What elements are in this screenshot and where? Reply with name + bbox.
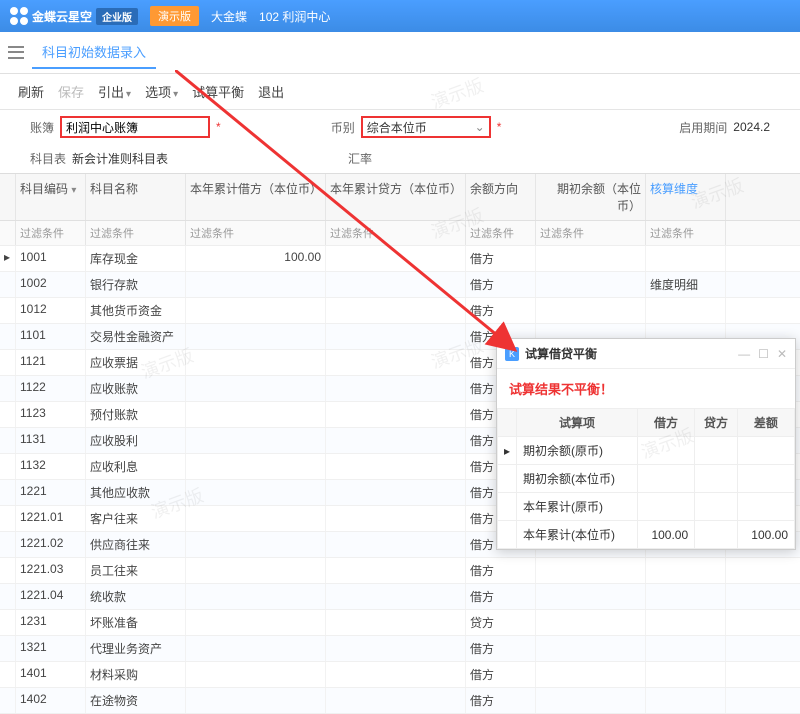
save-button[interactable]: 保存	[58, 82, 84, 101]
popup-row: 本年累计(本位币)100.00100.00	[498, 521, 795, 549]
currency-select[interactable]: 综合本位币	[361, 116, 491, 138]
popup-col-item: 试算项	[517, 409, 638, 437]
exit-button[interactable]: 退出	[258, 82, 284, 101]
col-credit[interactable]: 本年累计贷方（本位币）	[326, 174, 466, 220]
form-row-2: 科目表 新会计准则科目表 汇率	[0, 144, 800, 173]
table-row[interactable]: 1002银行存款借方维度明细	[0, 272, 800, 298]
close-icon[interactable]: ✕	[777, 347, 787, 361]
tab-row: 科目初始数据录入	[0, 32, 800, 74]
popup-icon: K	[505, 347, 519, 361]
currency-label: 币别	[331, 119, 355, 136]
filter-row[interactable]: 过滤条件 过滤条件 过滤条件 过滤条件 过滤条件 过滤条件 过滤条件	[0, 221, 800, 246]
table-row[interactable]: 1221.03员工往来借方	[0, 558, 800, 584]
book-label: 账簿	[30, 119, 54, 136]
org-name[interactable]: 大金蝶	[211, 8, 247, 25]
required-star: *	[497, 120, 502, 134]
refresh-button[interactable]: 刷新	[18, 82, 44, 101]
trial-balance-popup: K 试算借贷平衡 — ☐ ✕ 试算结果不平衡！ 试算项 借方 贷方 差额 ▸期初…	[496, 338, 796, 550]
grid-header: 科目编码 ▾ 科目名称 本年累计借方（本位币） 本年累计贷方（本位币） 余额方向…	[0, 174, 800, 221]
col-debit[interactable]: 本年累计借方（本位币）	[186, 174, 326, 220]
popup-col-credit: 贷方	[695, 409, 738, 437]
menu-icon[interactable]	[8, 45, 24, 61]
logo-icon	[10, 7, 28, 25]
minimize-icon[interactable]: —	[738, 347, 750, 361]
period-value: 2024.2	[733, 120, 770, 134]
book-input[interactable]	[60, 116, 210, 138]
export-button[interactable]: 引出	[98, 82, 131, 101]
table-row[interactable]: 1231坏账准备贷方	[0, 610, 800, 636]
toolbar: 刷新 保存 引出 选项 试算平衡 退出	[0, 74, 800, 110]
trial-balance-button[interactable]: 试算平衡	[192, 82, 244, 101]
popup-table: 试算项 借方 贷方 差额 ▸期初余额(原币)期初余额(本位币)本年累计(原币)本…	[497, 408, 795, 549]
schema-value: 新会计准则科目表	[72, 150, 168, 167]
brand-logo: 金蝶云星空 企业版	[10, 7, 138, 25]
demo-badge: 演示版	[150, 6, 199, 26]
col-dir[interactable]: 余额方向	[466, 174, 536, 220]
table-row[interactable]: 1221.04统收款借方	[0, 584, 800, 610]
tab-initial-data[interactable]: 科目初始数据录入	[32, 36, 156, 69]
col-name[interactable]: 科目名称	[86, 174, 186, 220]
col-code[interactable]: 科目编码 ▾	[16, 174, 86, 220]
popup-row: 期初余额(本位币)	[498, 465, 795, 493]
rate-label: 汇率	[348, 150, 372, 167]
brand-text: 金蝶云星空	[32, 8, 92, 25]
popup-title: 试算借贷平衡	[525, 345, 597, 362]
table-row[interactable]: 1012其他货币资金借方	[0, 298, 800, 324]
maximize-icon[interactable]: ☐	[758, 347, 769, 361]
popup-row: ▸期初余额(原币)	[498, 437, 795, 465]
options-button[interactable]: 选项	[145, 82, 178, 101]
popup-col-debit: 借方	[637, 409, 694, 437]
schema-label: 科目表	[30, 150, 66, 167]
center-name[interactable]: 102 利润中心	[259, 8, 330, 25]
table-row[interactable]: ▸1001库存现金100.00借方	[0, 246, 800, 272]
popup-row: 本年累计(原币)	[498, 493, 795, 521]
popup-message: 试算结果不平衡！	[497, 369, 795, 408]
top-bar: 金蝶云星空 企业版 演示版 大金蝶 102 利润中心	[0, 0, 800, 32]
table-row[interactable]: 1402在途物资借方	[0, 688, 800, 714]
popup-col-diff: 差额	[737, 409, 794, 437]
edition-badge: 企业版	[96, 8, 138, 25]
form-row-1: 账簿 * 币别 综合本位币 * 启用期间 2024.2	[0, 110, 800, 144]
col-open[interactable]: 期初余额（本位币）	[536, 174, 646, 220]
period-label: 启用期间	[679, 119, 727, 136]
col-dim[interactable]: 核算维度	[646, 174, 726, 220]
popup-header[interactable]: K 试算借贷平衡 — ☐ ✕	[497, 339, 795, 369]
required-star: *	[216, 120, 221, 134]
table-row[interactable]: 1321代理业务资产借方	[0, 636, 800, 662]
table-row[interactable]: 1401材料采购借方	[0, 662, 800, 688]
